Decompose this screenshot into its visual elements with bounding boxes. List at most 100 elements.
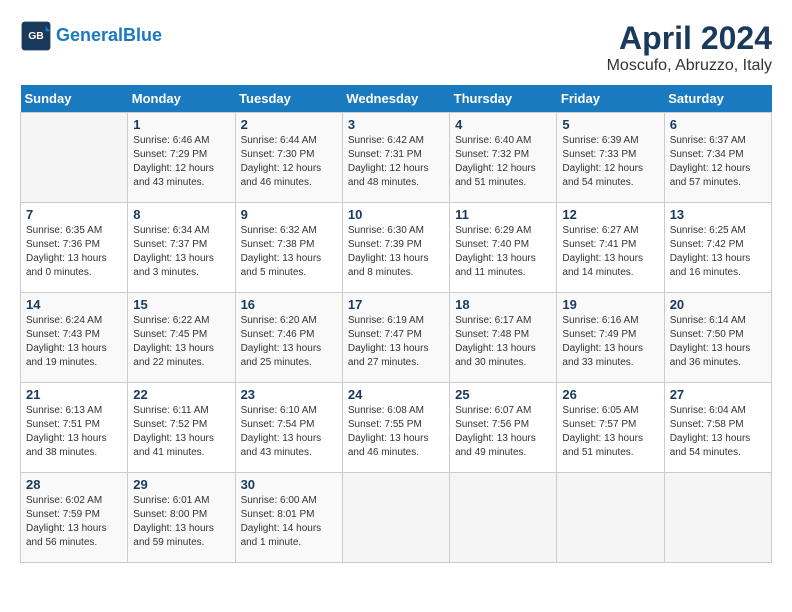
calendar-cell	[450, 473, 557, 563]
calendar-cell: 19 Sunrise: 6:16 AM Sunset: 7:49 PM Dayli…	[557, 293, 664, 383]
day-number: 8	[133, 207, 229, 222]
day-number: 20	[670, 297, 766, 312]
calendar-cell: 5 Sunrise: 6:39 AM Sunset: 7:33 PM Daylig…	[557, 113, 664, 203]
day-number: 23	[241, 387, 337, 402]
svg-text:GB: GB	[28, 31, 44, 42]
logo-icon: GB	[20, 20, 52, 52]
day-info: Sunrise: 6:00 AM Sunset: 8:01 PM Dayligh…	[241, 494, 337, 550]
calendar-cell: 30 Sunrise: 6:00 AM Sunset: 8:01 PM Dayli…	[235, 473, 342, 563]
calendar-cell: 12 Sunrise: 6:27 AM Sunset: 7:41 PM Dayli…	[557, 203, 664, 293]
calendar-cell: 3 Sunrise: 6:42 AM Sunset: 7:31 PM Daylig…	[342, 113, 449, 203]
day-info: Sunrise: 6:13 AM Sunset: 7:51 PM Dayligh…	[26, 404, 122, 460]
day-info: Sunrise: 6:25 AM Sunset: 7:42 PM Dayligh…	[670, 224, 766, 280]
calendar-header-friday: Friday	[557, 85, 664, 113]
calendar-cell: 27Sunrise: 6:04 AM Sunset: 7:58 PM Dayli…	[664, 383, 771, 473]
day-number: 15	[133, 297, 229, 312]
day-info: Sunrise: 6:10 AM Sunset: 7:54 PM Dayligh…	[241, 404, 337, 460]
day-number: 3	[348, 117, 444, 132]
day-number: 10	[348, 207, 444, 222]
calendar-week-3: 14Sunrise: 6:24 AM Sunset: 7:43 PM Dayli…	[21, 293, 772, 383]
calendar-header-row: SundayMondayTuesdayWednesdayThursdayFrid…	[21, 85, 772, 113]
calendar-cell	[342, 473, 449, 563]
calendar-cell: 21 Sunrise: 6:13 AM Sunset: 7:51 PM Dayli…	[21, 383, 128, 473]
day-info: Sunrise: 6:39 AM Sunset: 7:33 PM Dayligh…	[562, 134, 658, 190]
day-info: Sunrise: 6:34 AM Sunset: 7:37 PM Dayligh…	[133, 224, 229, 280]
calendar-cell: 13 Sunrise: 6:25 AM Sunset: 7:42 PM Dayli…	[664, 203, 771, 293]
day-info: Sunrise: 6:40 AM Sunset: 7:32 PM Dayligh…	[455, 134, 551, 190]
day-info: Sunrise: 6:44 AM Sunset: 7:30 PM Dayligh…	[241, 134, 337, 190]
day-number: 13	[670, 207, 766, 222]
day-number: 1	[133, 117, 229, 132]
day-info: Sunrise: 6:08 AM Sunset: 7:55 PM Dayligh…	[348, 404, 444, 460]
calendar-cell: 26 Sunrise: 6:05 AM Sunset: 7:57 PM Dayli…	[557, 383, 664, 473]
calendar-cell: 9Sunrise: 6:32 AM Sunset: 7:38 PM Daylig…	[235, 203, 342, 293]
day-number: 11	[455, 207, 551, 222]
calendar-cell: 6Sunrise: 6:37 AM Sunset: 7:34 PM Daylig…	[664, 113, 771, 203]
day-info: Sunrise: 6:29 AM Sunset: 7:40 PM Dayligh…	[455, 224, 551, 280]
day-number: 19	[562, 297, 658, 312]
day-info: Sunrise: 6:19 AM Sunset: 7:47 PM Dayligh…	[348, 314, 444, 370]
calendar-cell: 16 Sunrise: 6:20 AM Sunset: 7:46 PM Dayli…	[235, 293, 342, 383]
day-number: 5	[562, 117, 658, 132]
calendar-cell: 28Sunrise: 6:02 AM Sunset: 7:59 PM Dayli…	[21, 473, 128, 563]
calendar-week-1: 1 Sunrise: 6:46 AM Sunset: 7:29 PM Daylig…	[21, 113, 772, 203]
calendar-cell: 25 Sunrise: 6:07 AM Sunset: 7:56 PM Dayli…	[450, 383, 557, 473]
calendar-cell: 8 Sunrise: 6:34 AM Sunset: 7:37 PM Daylig…	[128, 203, 235, 293]
day-info: Sunrise: 6:07 AM Sunset: 7:56 PM Dayligh…	[455, 404, 551, 460]
calendar-header-saturday: Saturday	[664, 85, 771, 113]
day-number: 9	[241, 207, 337, 222]
calendar-cell: 1 Sunrise: 6:46 AM Sunset: 7:29 PM Daylig…	[128, 113, 235, 203]
day-number: 26	[562, 387, 658, 402]
day-info: Sunrise: 6:11 AM Sunset: 7:52 PM Dayligh…	[133, 404, 229, 460]
calendar-cell: 7 Sunrise: 6:35 AM Sunset: 7:36 PM Daylig…	[21, 203, 128, 293]
calendar-cell: 24 Sunrise: 6:08 AM Sunset: 7:55 PM Dayli…	[342, 383, 449, 473]
day-number: 18	[455, 297, 551, 312]
calendar-cell	[557, 473, 664, 563]
calendar-cell: 4Sunrise: 6:40 AM Sunset: 7:32 PM Daylig…	[450, 113, 557, 203]
calendar-header-monday: Monday	[128, 85, 235, 113]
day-info: Sunrise: 6:01 AM Sunset: 8:00 PM Dayligh…	[133, 494, 229, 550]
subtitle: Moscufo, Abruzzo, Italy	[607, 57, 772, 75]
calendar-cell: 10 Sunrise: 6:30 AM Sunset: 7:39 PM Dayli…	[342, 203, 449, 293]
calendar-cell: 11 Sunrise: 6:29 AM Sunset: 7:40 PM Dayli…	[450, 203, 557, 293]
day-info: Sunrise: 6:04 AM Sunset: 7:58 PM Dayligh…	[670, 404, 766, 460]
day-number: 29	[133, 477, 229, 492]
day-number: 16	[241, 297, 337, 312]
calendar-cell: 20 Sunrise: 6:14 AM Sunset: 7:50 PM Dayli…	[664, 293, 771, 383]
day-info: Sunrise: 6:30 AM Sunset: 7:39 PM Dayligh…	[348, 224, 444, 280]
day-info: Sunrise: 6:16 AM Sunset: 7:49 PM Dayligh…	[562, 314, 658, 370]
day-info: Sunrise: 6:35 AM Sunset: 7:36 PM Dayligh…	[26, 224, 122, 280]
day-number: 22	[133, 387, 229, 402]
calendar-cell	[21, 113, 128, 203]
day-info: Sunrise: 6:27 AM Sunset: 7:41 PM Dayligh…	[562, 224, 658, 280]
day-info: Sunrise: 6:42 AM Sunset: 7:31 PM Dayligh…	[348, 134, 444, 190]
day-info: Sunrise: 6:20 AM Sunset: 7:46 PM Dayligh…	[241, 314, 337, 370]
calendar-cell: 2 Sunrise: 6:44 AM Sunset: 7:30 PM Daylig…	[235, 113, 342, 203]
main-title: April 2024	[607, 20, 772, 57]
calendar-cell: 15Sunrise: 6:22 AM Sunset: 7:45 PM Dayli…	[128, 293, 235, 383]
logo-text: GeneralBlue	[56, 26, 162, 46]
calendar-header-sunday: Sunday	[21, 85, 128, 113]
calendar-body: 1 Sunrise: 6:46 AM Sunset: 7:29 PM Daylig…	[21, 113, 772, 563]
day-number: 12	[562, 207, 658, 222]
day-number: 21	[26, 387, 122, 402]
day-number: 2	[241, 117, 337, 132]
day-number: 28	[26, 477, 122, 492]
day-number: 7	[26, 207, 122, 222]
day-info: Sunrise: 6:17 AM Sunset: 7:48 PM Dayligh…	[455, 314, 551, 370]
day-info: Sunrise: 6:05 AM Sunset: 7:57 PM Dayligh…	[562, 404, 658, 460]
day-number: 24	[348, 387, 444, 402]
calendar-week-4: 21 Sunrise: 6:13 AM Sunset: 7:51 PM Dayli…	[21, 383, 772, 473]
day-info: Sunrise: 6:46 AM Sunset: 7:29 PM Dayligh…	[133, 134, 229, 190]
calendar-week-5: 28Sunrise: 6:02 AM Sunset: 7:59 PM Dayli…	[21, 473, 772, 563]
day-info: Sunrise: 6:14 AM Sunset: 7:50 PM Dayligh…	[670, 314, 766, 370]
day-number: 25	[455, 387, 551, 402]
day-number: 30	[241, 477, 337, 492]
calendar-table: SundayMondayTuesdayWednesdayThursdayFrid…	[20, 85, 772, 563]
calendar-header-wednesday: Wednesday	[342, 85, 449, 113]
calendar-cell: 17Sunrise: 6:19 AM Sunset: 7:47 PM Dayli…	[342, 293, 449, 383]
calendar-cell: 29 Sunrise: 6:01 AM Sunset: 8:00 PM Dayli…	[128, 473, 235, 563]
calendar-cell: 14Sunrise: 6:24 AM Sunset: 7:43 PM Dayli…	[21, 293, 128, 383]
title-block: April 2024 Moscufo, Abruzzo, Italy	[607, 20, 772, 75]
day-info: Sunrise: 6:37 AM Sunset: 7:34 PM Dayligh…	[670, 134, 766, 190]
